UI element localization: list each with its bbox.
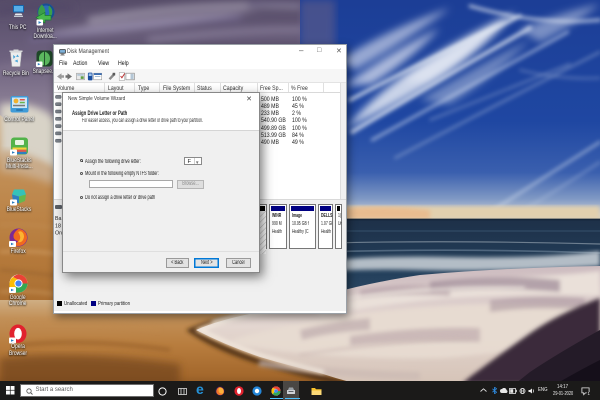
svg-text:1: 1 <box>587 391 590 396</box>
svg-text:18: 18 <box>55 224 61 230</box>
svg-text:Ba: Ba <box>55 216 62 222</box>
